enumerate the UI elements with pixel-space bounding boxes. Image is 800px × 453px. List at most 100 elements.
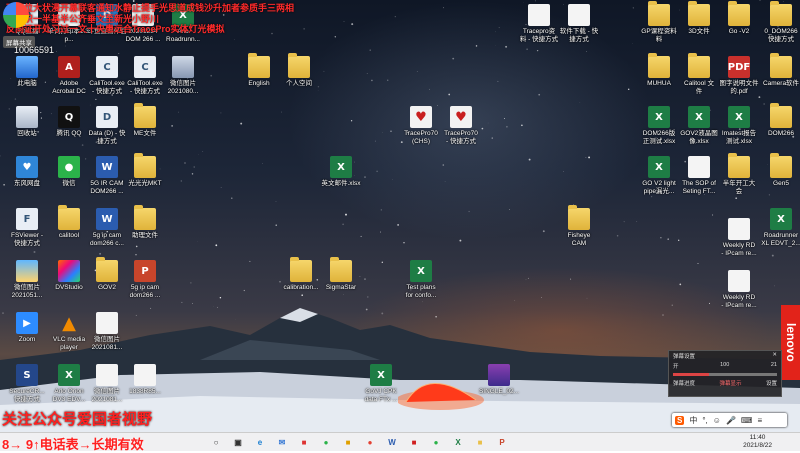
icon-english-mail[interactable]: X英文邮件.xlsx bbox=[318, 156, 364, 188]
icon-recycle-bin[interactable]: 回收站 bbox=[4, 106, 50, 138]
panel-slider[interactable] bbox=[673, 373, 777, 376]
overlay-line: 反向证开处习过一文十央患远合TracePro实体灯光模拟 bbox=[6, 24, 436, 35]
icon-sigmastar[interactable]: SigmaStar bbox=[318, 260, 364, 292]
icon-arlo-orion-icon: X bbox=[58, 364, 80, 386]
icon-fsviewer[interactable]: FFSViewer -快捷方式 bbox=[4, 208, 50, 247]
icon-label: 光光光MKT bbox=[122, 180, 168, 188]
icon-adobe-acrobat-icon: A bbox=[58, 56, 80, 78]
icon-label: SigmaStar bbox=[318, 284, 364, 292]
icon-dom266-icon bbox=[770, 106, 792, 128]
icon-securecrt-icon: S bbox=[16, 364, 38, 386]
user-id: 10066591 bbox=[14, 45, 54, 55]
close-icon[interactable]: ✕ bbox=[772, 352, 777, 360]
icon-zoom[interactable]: ▶Zoom bbox=[4, 312, 50, 344]
tab-display[interactable]: 弹幕显示 bbox=[719, 379, 741, 387]
icon-dom266-folder-icon bbox=[770, 4, 792, 26]
overlay-line: 早有识一半基半公齐垂文至新光小野川 bbox=[6, 14, 436, 25]
icon-label: 半年开工大会 bbox=[716, 180, 762, 195]
taskbar-red-app-icon[interactable]: ■ bbox=[408, 436, 420, 448]
panel-toggle[interactable]: 开 bbox=[673, 362, 679, 370]
tray-clock[interactable]: 11:40 2021/8/22 bbox=[743, 434, 772, 449]
taskbar-app-red-icon[interactable]: ■ bbox=[298, 436, 310, 448]
icon-label: 图字说明文件的.pdf bbox=[716, 80, 762, 95]
icon-help-file[interactable]: 助理文件 bbox=[122, 208, 168, 240]
icon-pdf-doc[interactable]: PDF图字说明文件的.pdf bbox=[716, 56, 762, 95]
sogou-mic-icon[interactable]: 🎤 bbox=[726, 416, 736, 425]
sogou-emoji-icon[interactable]: ☺ bbox=[713, 416, 721, 425]
icon-wechat-img-3[interactable]: 微信图片2021081... bbox=[84, 312, 130, 351]
taskbar-wechat-icon[interactable]: ● bbox=[430, 436, 442, 448]
icon-sigmastar-icon bbox=[330, 260, 352, 282]
taskbar-chat-icon[interactable]: ● bbox=[320, 436, 332, 448]
taskbar-mail-icon[interactable]: ✉ bbox=[276, 436, 288, 448]
taskbar-explorer-icon[interactable]: ■ bbox=[474, 436, 486, 448]
icon-label: 5g ip camdom266 ... bbox=[122, 284, 168, 299]
icon-wechat-img[interactable]: 微信图片2021080... bbox=[160, 56, 206, 95]
icon-imatest[interactable]: XImatest报告测试.xlsx bbox=[716, 106, 762, 145]
icon-fisheye[interactable]: FisheyeCAM bbox=[556, 208, 602, 247]
icon-3d-file-icon bbox=[688, 4, 710, 26]
sogou-punct-icon[interactable]: °, bbox=[702, 416, 707, 425]
sogou-menu-icon[interactable]: ≡ bbox=[757, 416, 762, 425]
icon-securecrt[interactable]: SSecureCR...快捷方式 bbox=[4, 364, 50, 403]
taskbar-start-icon[interactable]: ○ bbox=[210, 436, 222, 448]
icon-personal[interactable]: 个人空间 bbox=[276, 56, 322, 88]
icon-english-mail-icon: X bbox=[330, 156, 352, 178]
icon-me-file-icon bbox=[134, 106, 156, 128]
icon-weekly-rd-2[interactable]: Weekly RD- IPcam re... bbox=[716, 270, 762, 309]
sogou-input-toolbar[interactable]: S 中 °, ☺ 🎤 ⌨ ≡ bbox=[672, 413, 787, 427]
sogou-keyboard-icon[interactable]: ⌨ bbox=[741, 416, 753, 425]
icon-label: 此电脑 bbox=[4, 80, 50, 88]
icon-calitool-1-icon: C bbox=[96, 56, 118, 78]
icon-wechat-img-2[interactable]: 微信图片2021051... bbox=[4, 260, 50, 299]
icon-wechat-img-3-icon bbox=[96, 312, 118, 334]
sogou-chinese-icon[interactable]: 中 bbox=[689, 415, 697, 426]
icon-dom266[interactable]: DOM266 bbox=[758, 106, 800, 138]
icon-go-v2-icon bbox=[728, 4, 750, 26]
taskbar-notes-icon[interactable]: ■ bbox=[342, 436, 354, 448]
icon-this-pc[interactable]: 此电脑 bbox=[4, 56, 50, 88]
clock-date: 2021/8/22 bbox=[743, 442, 772, 450]
icon-dvstudio-icon bbox=[58, 260, 80, 282]
panel-values: 开 100 21 bbox=[669, 361, 781, 371]
icon-label: 回收站 bbox=[4, 130, 50, 138]
icon-me-file[interactable]: ME文件 bbox=[122, 106, 168, 138]
icon-label: 1838R85... bbox=[122, 388, 168, 396]
icon-light-mkt[interactable]: 光光光MKT bbox=[122, 156, 168, 188]
icon-software-download[interactable]: 软件下载 - 快捷方式 bbox=[556, 4, 602, 43]
icon-dom266-folder[interactable]: 0_DOM266快捷方式 bbox=[758, 4, 800, 43]
icon-camera-soft[interactable]: Camera软件 bbox=[758, 56, 800, 88]
icon-gen5[interactable]: Gen5 bbox=[758, 156, 800, 188]
icon-this-pc-icon bbox=[16, 56, 38, 78]
icon-dongfeng[interactable]: ♥东风网盘 bbox=[4, 156, 50, 188]
taskbar-taskview-icon[interactable]: ▣ bbox=[232, 436, 244, 448]
icon-weekly-rd-1[interactable]: Weekly RD- IPcam re... bbox=[716, 218, 762, 257]
panel-title: 弹幕设置 bbox=[673, 352, 695, 360]
sogou-logo-icon[interactable]: S bbox=[675, 416, 684, 425]
danmaku-settings-panel[interactable]: 弹幕设置 ✕ 开 100 21 弹幕进度 弹幕显示 设置 bbox=[668, 350, 782, 397]
taskbar-word-icon[interactable]: W bbox=[386, 436, 398, 448]
icon-5g-ip-cam-icon: W bbox=[96, 208, 118, 230]
icon-calitool-2-icon: C bbox=[134, 56, 156, 78]
icon-label: DOM266 bbox=[758, 130, 800, 138]
icon-weekly-rd-2-icon bbox=[728, 270, 750, 292]
icon-gen5-icon bbox=[770, 156, 792, 178]
taskbar-ppt-icon[interactable]: P bbox=[496, 436, 508, 448]
icon-roadrunner[interactable]: XRoadrunnerXL EDVT_2... bbox=[758, 208, 800, 247]
icon-wechat-img-icon bbox=[172, 56, 194, 78]
tab-progress[interactable]: 弹幕进度 bbox=[673, 379, 695, 387]
icon-personal-icon bbox=[288, 56, 310, 78]
icon-go-v2[interactable]: Go -V2 bbox=[716, 4, 762, 36]
icon-5g-ip-cam-ppt[interactable]: P5g ip camdom266 ... bbox=[122, 260, 168, 299]
icon-tracepro-shortcut[interactable]: ♥TracePro70- 快捷方式 bbox=[438, 106, 484, 145]
taskbar-edge-icon[interactable]: e bbox=[254, 436, 266, 448]
tab-settings[interactable]: 设置 bbox=[766, 379, 777, 387]
taskbar-chrome-icon[interactable]: ● bbox=[364, 436, 376, 448]
icon-label: Gen5 bbox=[758, 180, 800, 188]
icon-half-year[interactable]: 半年开工大会 bbox=[716, 156, 762, 195]
icon-1838r85[interactable]: 1838R85... bbox=[122, 364, 168, 396]
icon-light-mkt-icon bbox=[134, 156, 156, 178]
panel-tabs: 弹幕进度 弹幕显示 设置 bbox=[669, 378, 781, 388]
icon-test-plans[interactable]: XTest plansfor confo... bbox=[398, 260, 444, 299]
taskbar-excel-icon[interactable]: X bbox=[452, 436, 464, 448]
